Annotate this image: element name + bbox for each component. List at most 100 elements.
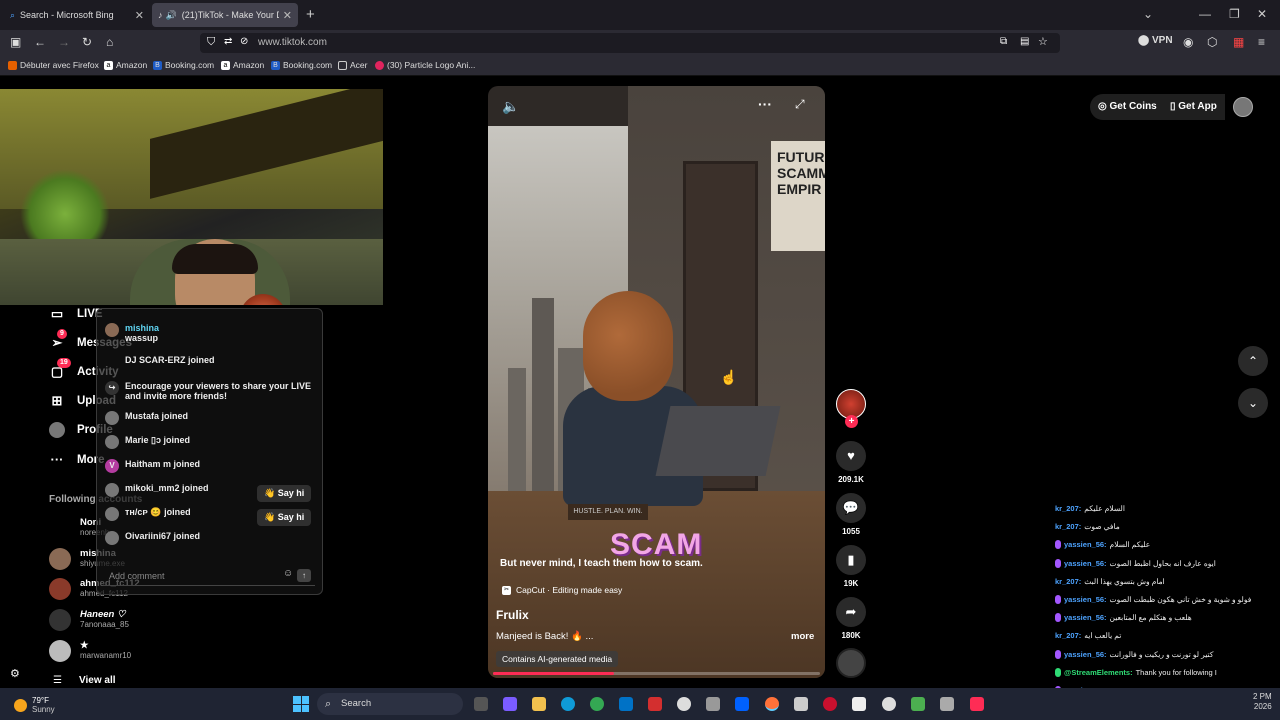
clock-date: 2026 [1253, 702, 1272, 711]
tab-list-icon[interactable]: ⌄ [1143, 7, 1153, 21]
emoji-icon[interactable]: ☺ [283, 568, 293, 579]
bookmark-item[interactable]: B Booking.com [271, 60, 332, 70]
bookmark-item[interactable]: a Amazon [221, 60, 264, 70]
bookmark-label: Débuter avec Firefox [20, 60, 99, 70]
chat-text: wassup [125, 333, 159, 343]
bookmark-item[interactable]: B Booking.com [153, 60, 214, 70]
tab-title: Search - Microsoft Bing [20, 10, 114, 20]
activity-icon: ▢ 19 [49, 358, 71, 380]
chatgpt-icon[interactable] [882, 697, 896, 711]
chrome-icon[interactable] [590, 697, 604, 711]
close-tab-icon[interactable]: ✕ [135, 9, 144, 22]
app-icon[interactable] [648, 697, 662, 711]
account-name: Haneen ♡ [80, 609, 126, 620]
forward-icon[interactable]: → [58, 35, 70, 49]
permissions-icon[interactable]: ⇄ [224, 36, 232, 47]
more-options-icon[interactable]: ··· [758, 96, 772, 112]
bookmark-item[interactable]: (30) Particle Logo Ani... [375, 60, 475, 70]
reader-view-icon[interactable]: ▤ [1020, 36, 1029, 47]
say-hi-button[interactable]: 👋 Say hi [257, 509, 312, 526]
save-button[interactable]: ▮ 19K [836, 545, 866, 588]
follow-button[interactable]: + [845, 415, 858, 428]
dropbox-icon[interactable] [735, 697, 749, 711]
extensions-icon[interactable]: ⬡ [1207, 35, 1217, 49]
tiktok-icon[interactable] [970, 697, 984, 711]
bookmark-item[interactable]: Acer [338, 60, 367, 70]
video-player[interactable]: FUTUR SCAMM EMPIR HUSTLE. PLAN. WIN. 🔈 ·… [488, 86, 825, 678]
video-author[interactable]: Frulix [496, 608, 529, 622]
sun-icon [14, 698, 27, 712]
app-icon[interactable] [706, 697, 720, 711]
tab-bing[interactable]: ⌕ Search - Microsoft Bing ✕ [4, 3, 150, 27]
like-button[interactable]: ♥ 209.1K [836, 441, 866, 484]
speaker-icon[interactable]: 🔊 [166, 10, 177, 21]
menu-icon[interactable]: ≡ [1258, 35, 1265, 49]
next-video-button[interactable]: ⌄ [1238, 388, 1268, 418]
home-icon[interactable]: ⌂ [106, 35, 113, 49]
more-link[interactable]: more [791, 631, 814, 642]
volume-icon[interactable]: 🔈 [502, 98, 519, 115]
capcut-link[interactable]: ✂ CapCut · Editing made easy [502, 585, 622, 595]
store-icon[interactable] [794, 697, 808, 711]
bookmark-item[interactable]: a Amazon [104, 60, 147, 70]
music-disc-icon[interactable] [836, 648, 866, 678]
system-clock[interactable]: 2 PM 2026 [1253, 692, 1272, 712]
comment-input[interactable]: Add comment ☺ ↑ [103, 568, 315, 586]
more-icon: ··· [50, 452, 64, 467]
settings-gear-icon[interactable]: ⚙ [10, 667, 20, 680]
get-coins-button[interactable]: ◎ Get Coins [1090, 94, 1165, 120]
tab-tiktok[interactable]: ♪ 🔊 (21)TikTok - Make Your Day ✕ [152, 3, 298, 27]
screenshot-icon[interactable]: ⧉ [1000, 36, 1007, 47]
account-icon[interactable]: ◉ [1183, 35, 1193, 49]
weather-widget[interactable]: 79°F Sunny [14, 696, 55, 714]
url-bar[interactable]: ⛉ ⇄ ⊘ www.tiktok.com ⧉ ▤ ☆ [200, 33, 1060, 53]
app-icon[interactable] [911, 697, 925, 711]
tracking-icon[interactable]: ⊘ [240, 36, 248, 47]
back-icon[interactable]: ← [34, 35, 46, 49]
firefox-icon[interactable] [765, 697, 779, 711]
previous-video-button[interactable]: ⌃ [1238, 346, 1268, 376]
chatgpt-icon[interactable] [677, 697, 691, 711]
notepad-icon[interactable] [852, 697, 866, 711]
close-tab-icon[interactable]: ✕ [283, 9, 292, 22]
vpn-button[interactable]: ⬤ VPN [1138, 35, 1173, 46]
new-tab-button[interactable]: + [306, 6, 315, 23]
say-hi-button[interactable]: 👋 Say hi [257, 485, 312, 502]
opera-icon[interactable] [823, 697, 837, 711]
reload-icon[interactable]: ↻ [82, 35, 92, 49]
account-handle: marwanamr10 [80, 651, 132, 660]
chat-message: mishina wassup [105, 323, 159, 343]
send-icon[interactable]: ↑ [297, 569, 311, 582]
app-icon[interactable] [940, 697, 954, 711]
comment-button[interactable]: 💬 1055 [836, 493, 866, 536]
edge-icon[interactable] [561, 697, 575, 711]
minimize-icon[interactable]: — [1199, 7, 1211, 21]
get-app-button[interactable]: ▯ Get App [1162, 94, 1225, 120]
copilot-icon[interactable] [503, 697, 517, 711]
wall-sign: FUTUR SCAMM EMPIR [771, 141, 825, 251]
youtube-icon [375, 60, 384, 70]
close-window-icon[interactable]: ✕ [1257, 7, 1267, 21]
say-hi-label: Say hi [277, 512, 305, 522]
sidebar-toggle-icon[interactable]: ▣ [10, 35, 21, 49]
view-all-link[interactable]: View all [79, 675, 116, 686]
file-explorer-icon[interactable] [532, 697, 546, 711]
stream-chat-text: تم يالعب ايه [1084, 631, 1122, 641]
shield-icon[interactable]: ⛉ [207, 36, 215, 49]
windows-start-icon[interactable] [293, 696, 309, 712]
extension-badge-icon[interactable]: ▦ [1233, 35, 1244, 49]
bookmark-star-icon[interactable]: ☆ [1038, 35, 1048, 48]
profile-avatar[interactable] [1233, 97, 1253, 117]
video-progress-bar[interactable] [493, 672, 820, 675]
share-button[interactable]: ➦ 180K [836, 597, 866, 640]
maximize-icon[interactable]: ❐ [1229, 7, 1240, 21]
task-view-icon[interactable] [474, 697, 488, 711]
sidebar-item-live[interactable]: ▭ LIVE [49, 306, 103, 322]
stream-chat-message: @StreamElements: Thank you for following … [1055, 667, 1217, 677]
folder-icon [338, 60, 347, 70]
taskbar-search[interactable]: ⌕ Search [317, 693, 463, 715]
fullscreen-icon[interactable]: ⤢ [795, 97, 805, 112]
outlook-icon[interactable] [619, 697, 633, 711]
bookmark-item[interactable]: Débuter avec Firefox [8, 60, 99, 70]
stream-chat-user: yassien_56: [1064, 558, 1107, 568]
